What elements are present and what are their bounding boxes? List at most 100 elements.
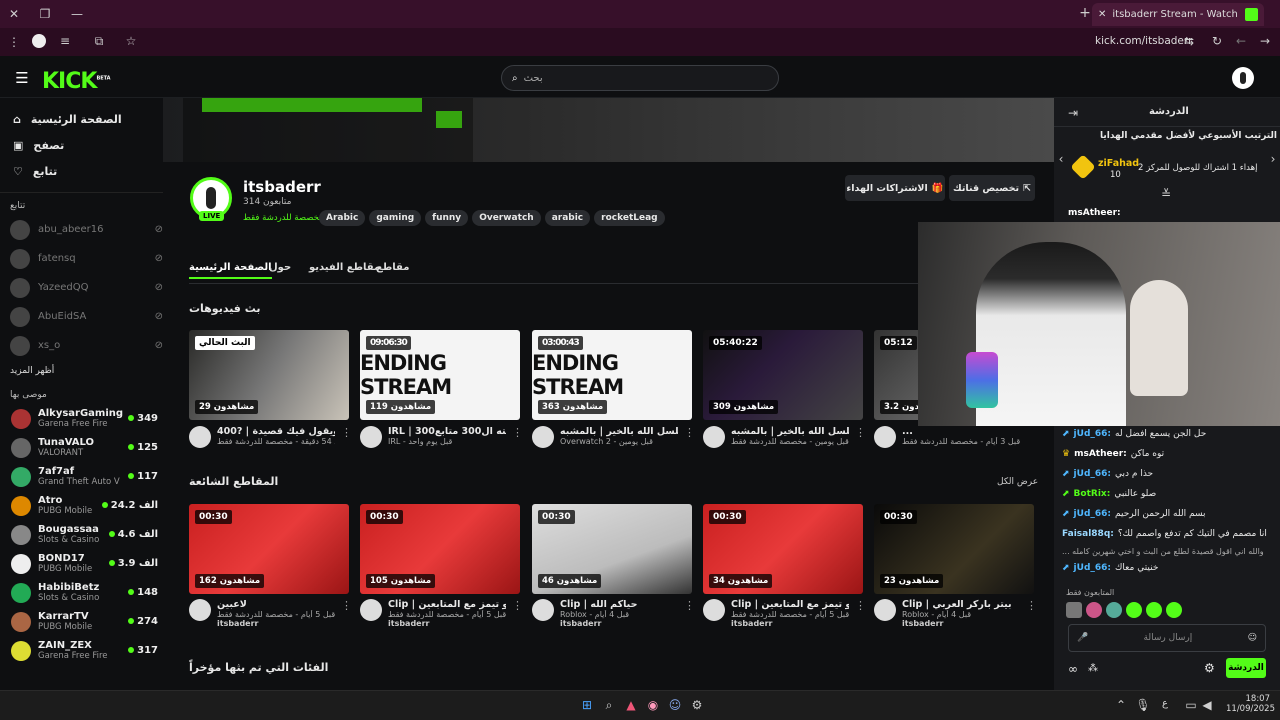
vod-thumbnail[interactable]: ENDING STREAM 03:00:43 363 مشاهدون: [532, 330, 692, 420]
clip-meta[interactable]: Clip | كرووووووو تيمز مع المتابعينقبل 5 …: [360, 599, 523, 628]
more-options-icon[interactable]: ⋮: [512, 599, 523, 628]
more-options-icon[interactable]: ⋮: [684, 426, 695, 448]
vod-thumbnail[interactable]: ENDING STREAM 09:06:30 119 مشاهدون: [360, 330, 520, 420]
back-icon[interactable]: →: [1258, 34, 1272, 48]
emote-icon[interactable]: [1106, 602, 1122, 618]
network-icon[interactable]: ▭: [1184, 698, 1198, 712]
following-item[interactable]: abu_abeer16 ⊘: [0, 215, 163, 244]
vod-meta[interactable]: 400? | ادخل ويقول فيك قصيدةقبل 54 دقيقة …: [189, 426, 352, 448]
recommended-item[interactable]: Bougassaa Slots & Casino 4.6 الف: [0, 520, 163, 549]
tab-clips[interactable]: مقاطع: [376, 262, 409, 273]
chat-input[interactable]: 🎤 إرسال رسالة ☺: [1068, 624, 1266, 652]
url-field[interactable]: kick.com/itsbaderr: [1095, 35, 1192, 47]
clip-thumbnail[interactable]: 00:30 46 مشاهدون: [532, 504, 692, 594]
clock[interactable]: 18:07 11/09/2025: [1226, 694, 1275, 714]
clip-meta[interactable]: Clip | حياكم الله Roblox - قبل 4 أيام itsb…: [532, 599, 695, 628]
language-indicator[interactable]: ع: [1162, 698, 1168, 709]
search-input[interactable]: ⌕ بحث: [501, 65, 779, 91]
nav-following[interactable]: ♡ تتابع: [0, 158, 163, 184]
tag[interactable]: gaming: [369, 210, 422, 226]
app-icon[interactable]: ▲: [624, 698, 638, 712]
tag[interactable]: funny: [425, 210, 469, 226]
next-icon[interactable]: ›: [1268, 152, 1278, 166]
minimize-window-icon[interactable]: —: [70, 7, 84, 21]
kick-logo[interactable]: KICKBETA: [42, 69, 111, 94]
chat-message-user[interactable]: msAtheer:: [1068, 208, 1121, 218]
chat-username[interactable]: BotRix:: [1074, 489, 1111, 499]
clip-thumbnail[interactable]: 00:30 34 مشاهدون: [703, 504, 863, 594]
more-options-icon[interactable]: ⋮: [684, 599, 695, 628]
clip-thumbnail[interactable]: 00:30 162 مشاهدون: [189, 504, 349, 594]
restore-window-icon[interactable]: ❐: [38, 7, 52, 21]
emote-icon[interactable]: [1066, 602, 1082, 618]
forward-icon[interactable]: ←: [1234, 34, 1248, 48]
expand-icon[interactable]: ≚: [1159, 187, 1173, 201]
profile-avatar[interactable]: [32, 34, 46, 48]
send-chat-button[interactable]: الدردشة: [1226, 658, 1266, 678]
nav-home[interactable]: ⌂ الصفحة الرئيسية: [0, 106, 163, 132]
vod-thumbnail[interactable]: 05:40:22 309 مشاهدون: [703, 330, 863, 420]
vod-meta[interactable]: مسلسل الله بالخير | بالمشبه ...Overwatch…: [532, 426, 695, 448]
tag[interactable]: arabic: [544, 210, 591, 226]
vod-meta[interactable]: ... قبل 3 أيام - مخصصة للدردشة فقط: [874, 426, 1034, 448]
view-all-link[interactable]: عرض الكل: [997, 477, 1038, 487]
chat-username[interactable]: jUd_66:: [1074, 563, 1111, 573]
recommended-item[interactable]: ZAIN_ZEX Garena Free Fire 317: [0, 636, 163, 665]
following-item[interactable]: YazeedQQ ⊘: [0, 273, 163, 302]
emote-icon[interactable]: [1126, 602, 1142, 618]
bookmark-star-icon[interactable]: ☆: [124, 34, 138, 48]
show-more-link[interactable]: أظهر المزيد: [0, 366, 163, 376]
search-icon[interactable]: ⌕: [602, 698, 616, 712]
recommended-item[interactable]: HabibiBetz Slots & Casino 148: [0, 578, 163, 607]
tag[interactable]: Overwatch: [472, 210, 541, 226]
emoji-icon[interactable]: ☺: [1248, 633, 1257, 643]
chrome-icon[interactable]: ◉: [646, 698, 660, 712]
prev-icon[interactable]: ‹: [1056, 152, 1066, 166]
following-item[interactable]: fatensq ⊘: [0, 244, 163, 273]
chat-username[interactable]: jUd_66:: [1074, 469, 1111, 479]
vod-thumbnail[interactable]: البث الحالي 29 مشاهدون: [189, 330, 349, 420]
gift-subs-button[interactable]: الاشتراكات الهداء 🎁: [845, 175, 945, 201]
customize-channel-button[interactable]: تخصيص قناتك ⇱: [949, 175, 1035, 201]
more-options-icon[interactable]: ⋮: [855, 599, 866, 628]
chat-username[interactable]: jUd_66:: [1074, 509, 1111, 519]
clip-meta[interactable]: Clip | بيتر باركر العربي Roblox - قبل 4 أ…: [874, 599, 1037, 628]
microphone-icon[interactable]: 🎙: [1135, 698, 1150, 712]
browser-tab[interactable]: ✕ itsbaderr Stream - Watch Live o: [1092, 3, 1264, 26]
chat-username[interactable]: Faisal88q:: [1062, 529, 1114, 539]
more-options-icon[interactable]: ⋮: [341, 426, 352, 448]
clip-meta[interactable]: لاعبين قبل 5 أيام - مخصصة للدردشة فقط itsb…: [189, 599, 352, 628]
more-options-icon[interactable]: ⋮: [341, 599, 352, 628]
windows-start-icon[interactable]: ⊞: [580, 698, 594, 712]
new-tab-icon[interactable]: +: [1078, 5, 1092, 21]
emote-icon[interactable]: [1166, 602, 1182, 618]
emote-icon[interactable]: [1086, 602, 1102, 618]
close-window-icon[interactable]: ✕: [6, 7, 22, 21]
emote-icon[interactable]: [1146, 602, 1162, 618]
reading-list-icon[interactable]: ≡: [58, 34, 72, 48]
discord-icon[interactable]: ☺: [668, 698, 682, 712]
app-icon[interactable]: ⚙: [690, 698, 704, 712]
menu-dots-icon[interactable]: ⋮: [8, 35, 20, 49]
close-tab-icon[interactable]: ✕: [1098, 9, 1106, 20]
picture-in-picture-video[interactable]: [918, 222, 1280, 426]
vod-meta[interactable]: مسلسل الله بالخير | بالمشبه ...قبل يومين…: [703, 426, 866, 448]
more-options-icon[interactable]: ⋮: [1026, 599, 1037, 628]
tray-expand-icon[interactable]: ⌃: [1114, 698, 1128, 712]
clip-thumbnail[interactable]: 00:30 105 مشاهدون: [360, 504, 520, 594]
recommended-item[interactable]: Atro PUBG Mobile 24.2 الف: [0, 491, 163, 520]
settings-icon[interactable]: ⚙: [1204, 661, 1215, 675]
tag[interactable]: rocketLeag: [594, 210, 665, 226]
clip-meta[interactable]: Clip | كرووووووو تيمز مع المتابعينقبل 5 …: [703, 599, 866, 628]
recommended-item[interactable]: KarrarTV PUBG Mobile 274: [0, 607, 163, 636]
site-settings-icon[interactable]: ⇆: [1182, 34, 1196, 48]
chat-username[interactable]: jUd_66:: [1074, 429, 1111, 439]
tab-videos[interactable]: مقاطع الفيديو: [309, 262, 380, 273]
tag[interactable]: Arabic: [319, 210, 366, 226]
points-icon[interactable]: ⁂: [1088, 663, 1098, 674]
extensions-icon[interactable]: ⧉: [92, 34, 106, 48]
nav-browse[interactable]: ▣ تصفح: [0, 132, 163, 158]
hamburger-menu-icon[interactable]: ☰: [14, 69, 30, 87]
reload-icon[interactable]: ↻: [1210, 34, 1224, 48]
more-options-icon[interactable]: ⋮: [855, 426, 866, 448]
